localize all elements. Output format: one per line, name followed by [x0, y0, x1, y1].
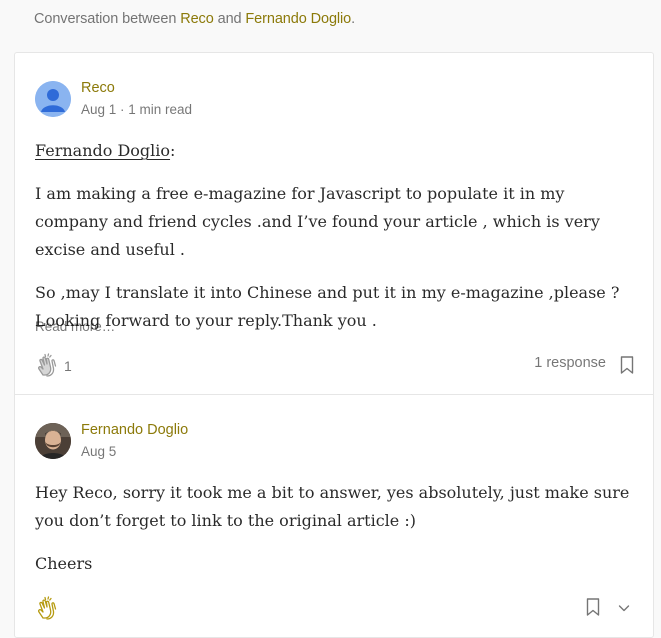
header-suffix: . — [351, 11, 356, 27]
response-count-link[interactable]: 1 response — [534, 355, 606, 371]
clap-count: 1 — [64, 358, 72, 374]
author-link-reco[interactable]: Reco — [180, 11, 214, 27]
paragraph: So ,may I translate it into Chinese and … — [35, 283, 620, 330]
response-card: Reco Aug 1 · 1 min read Fernando Doglio:… — [15, 53, 653, 395]
paragraph: Hey Reco, sorry it took me a bit to answ… — [35, 483, 630, 530]
clap-icon[interactable] — [35, 352, 61, 378]
header-conjunction: and — [213, 11, 246, 27]
read-time: 1 min read — [128, 102, 193, 117]
paragraph: Cheers — [35, 554, 93, 573]
conversation-thread: Reco Aug 1 · 1 min read Fernando Doglio:… — [14, 52, 654, 638]
author-name[interactable]: Fernando Doglio — [81, 422, 188, 438]
read-more-link[interactable]: Read more… — [35, 319, 115, 334]
avatar[interactable] — [35, 423, 71, 459]
bookmark-icon[interactable] — [619, 355, 635, 375]
bookmark-icon[interactable] — [585, 597, 601, 617]
header-prefix: Conversation between — [34, 11, 181, 27]
meta-separator: · — [116, 102, 129, 117]
mention-line: Fernando Doglio: — [35, 137, 640, 165]
profile-photo-icon — [35, 423, 71, 459]
chevron-down-icon[interactable] — [616, 600, 632, 616]
author-name[interactable]: Reco — [81, 80, 115, 96]
post-meta: Aug 1 · 1 min read — [81, 102, 192, 117]
conversation-header: Conversation between Reco and Fernando D… — [34, 11, 355, 27]
response-body[interactable]: Fernando Doglio: I am making a free e-ma… — [35, 137, 640, 335]
clap-icon[interactable] — [35, 595, 61, 621]
response-card: Fernando Doglio Aug 5 Hey Reco, sorry it… — [15, 395, 653, 638]
default-avatar-icon — [35, 81, 71, 117]
mention-suffix: : — [170, 141, 176, 160]
mention-link[interactable]: Fernando Doglio — [35, 141, 170, 160]
avatar[interactable] — [35, 81, 71, 117]
author-link-fernando[interactable]: Fernando Doglio — [245, 11, 351, 27]
response-body[interactable]: Hey Reco, sorry it took me a bit to answ… — [35, 479, 640, 578]
post-date[interactable]: Aug 1 — [81, 102, 116, 117]
paragraph: I am making a free e-magazine for Javasc… — [35, 184, 600, 259]
post-date[interactable]: Aug 5 — [81, 444, 116, 459]
